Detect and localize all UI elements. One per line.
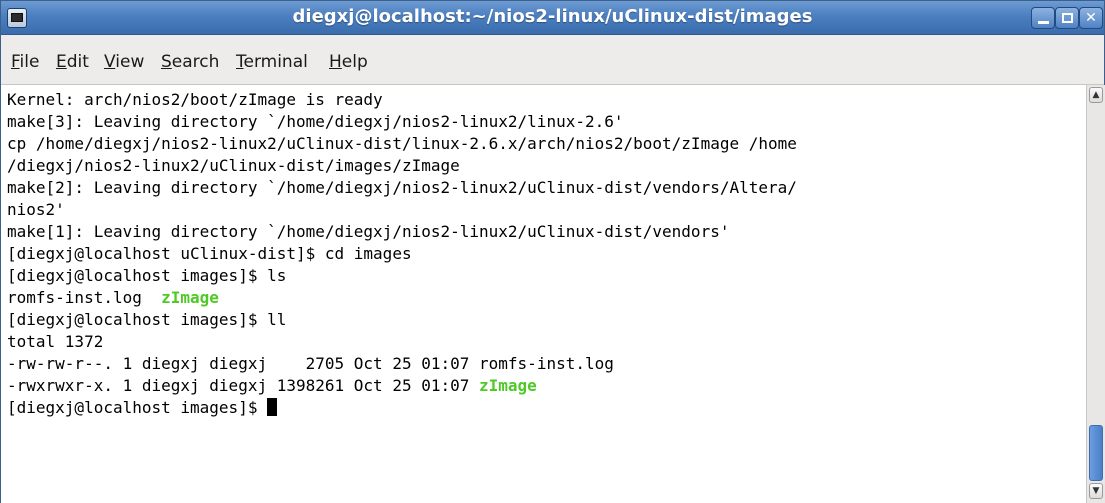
menu-edit[interactable]: Edit [56, 52, 89, 72]
prompt-text: [diegxj@localhost images]$ [7, 398, 268, 417]
executable-file-name: zImage [479, 376, 537, 395]
ll-row: -rw-rw-r--. 1 diegxj diegxj 2705 Oct 25 … [7, 353, 614, 375]
file-details: -rw-rw-r--. 1 diegxj diegxj 2705 Oct 25 … [7, 354, 480, 373]
terminal-line: [diegxj@localhost images]$ ls [7, 266, 287, 285]
scroll-up-button[interactable]: ▲ [1089, 87, 1103, 103]
terminal-output[interactable]: Kernel: arch/nios2/boot/zImage is ready … [1, 85, 1086, 503]
close-icon: ✕ [1085, 10, 1097, 26]
minimize-button[interactable] [1031, 7, 1055, 29]
menu-search[interactable]: Search [161, 52, 219, 72]
terminal-line: cp /home/diegxj/nios2-linux2/uClinux-dis… [7, 134, 797, 153]
menu-help[interactable]: Help [329, 52, 368, 72]
file-details: -rwxrwxr-x. 1 diegxj diegxj 1398261 Oct … [7, 376, 480, 395]
vertical-scrollbar[interactable]: ▲ ▼ [1086, 85, 1105, 503]
maximize-icon [1062, 13, 1073, 23]
title-bar[interactable]: diegxj@localhost:~/nios2-linux/uClinux-d… [1, 1, 1104, 35]
chevron-up-icon: ▲ [1092, 90, 1100, 100]
terminal-line: make[3]: Leaving directory `/home/diegxj… [7, 112, 624, 131]
ls-output-line: romfs-inst.log zImage [7, 287, 219, 309]
text-cursor [267, 398, 278, 416]
minimize-icon [1038, 21, 1049, 24]
scroll-down-button[interactable]: ▼ [1089, 483, 1103, 499]
close-button[interactable]: ✕ [1079, 7, 1103, 29]
window-title: diegxj@localhost:~/nios2-linux/uClinux-d… [292, 6, 813, 27]
terminal-line: [diegxj@localhost images]$ ll [7, 310, 287, 329]
terminal-line: Kernel: arch/nios2/boot/zImage is ready [7, 90, 383, 109]
maximize-button[interactable] [1055, 7, 1079, 29]
terminal-line: make[1]: Leaving directory `/home/diegxj… [7, 222, 730, 241]
terminal-line: make[2]: Leaving directory `/home/diegxj… [7, 178, 797, 197]
menu-file[interactable]: File [11, 52, 39, 72]
terminal-line: /diegxj/nios2-linux2/uClinux-dist/images… [7, 156, 460, 175]
menu-bar: File Edit View Search Terminal Help [1, 35, 1104, 85]
menu-terminal[interactable]: Terminal [236, 52, 308, 72]
ll-row: -rwxrwxr-x. 1 diegxj diegxj 1398261 Oct … [7, 375, 537, 397]
scroll-thumb[interactable] [1089, 425, 1103, 481]
chevron-down-icon: ▼ [1092, 486, 1100, 496]
menu-view[interactable]: View [104, 52, 144, 72]
file-name: romfs-inst.log [7, 288, 162, 307]
command-prompt[interactable]: [diegxj@localhost images]$ [7, 397, 278, 419]
file-name: romfs-inst.log [479, 354, 614, 373]
terminal-line: total 1372 [7, 332, 104, 351]
executable-file-name: zImage [161, 288, 219, 307]
terminal-line: nios2' [7, 200, 65, 219]
terminal-window: diegxj@localhost:~/nios2-linux/uClinux-d… [0, 0, 1105, 503]
terminal-line: [diegxj@localhost uClinux-dist]$ cd imag… [7, 244, 412, 263]
